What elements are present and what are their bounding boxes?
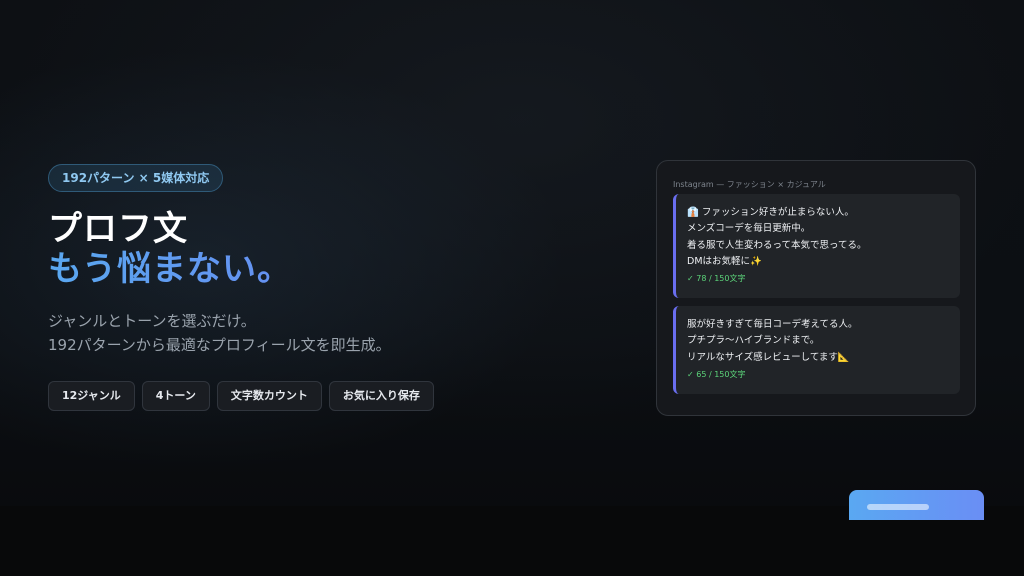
- char-count: ✓ 78 / 150文字: [687, 274, 746, 284]
- hero-title-line2: もう悩まない。: [48, 249, 608, 289]
- feature-tag-char-count: 文字数カウント: [216, 381, 322, 411]
- feature-tag-genres: 12ジャンル: [48, 381, 135, 411]
- profile-card[interactable]: 👔 ファッション好きが止まらない人。 メンズコーデを毎日更新中。 着る服で人生変…: [673, 194, 960, 298]
- hero-section: 192パターン × 5媒体対応 プロフ文 もう悩まない。 ジャンルとトーンを選ぶ…: [48, 164, 608, 411]
- profile-line: プチプラ〜ハイブランドまで。: [687, 335, 820, 347]
- preview-panel: Instagram — ファッション × カジュアル 👔 ファッション好きが止ま…: [656, 160, 976, 416]
- feature-tags: 12ジャンル 4トーン 文字数カウント お気に入り保存: [48, 381, 608, 411]
- preview-label: Instagram — ファッション × カジュアル: [673, 180, 826, 189]
- hero-description: ジャンルとトーンを選ぶだけ。 192パターンから最適なプロフィール文を即生成。: [48, 309, 608, 357]
- cta-label-clipped: [867, 504, 929, 510]
- profile-line: 服が好きすぎて毎日コーデ考えてる人。: [687, 319, 858, 330]
- feature-tag-favorites: お気に入り保存: [328, 381, 434, 411]
- profile-card[interactable]: 服が好きすぎて毎日コーデ考えてる人。 プチプラ〜ハイブランドまで。 リアルなサイ…: [673, 306, 960, 394]
- cta-button[interactable]: [849, 490, 984, 520]
- profile-line: リアルなサイズ感レビューしてます📐: [687, 351, 850, 363]
- hero-title-line1: プロフ文: [48, 209, 188, 249]
- feature-tag-tones: 4トーン: [141, 381, 210, 411]
- profile-line: 👔 ファッション好きが止まらない人。: [687, 207, 854, 218]
- profile-line: DMはお気軽に✨: [687, 255, 762, 267]
- char-count: ✓ 65 / 150文字: [687, 369, 746, 379]
- hero-description-line1: ジャンルとトーンを選ぶだけ。: [48, 312, 256, 330]
- profile-line: メンズコーデを毎日更新中。: [687, 223, 811, 235]
- profile-line: 着る服で人生変わるって本気で思ってる。: [687, 239, 867, 251]
- pattern-badge: 192パターン × 5媒体対応: [48, 164, 224, 192]
- hero-description-line2: 192パターンから最適なプロフィール文を即生成。: [48, 336, 391, 354]
